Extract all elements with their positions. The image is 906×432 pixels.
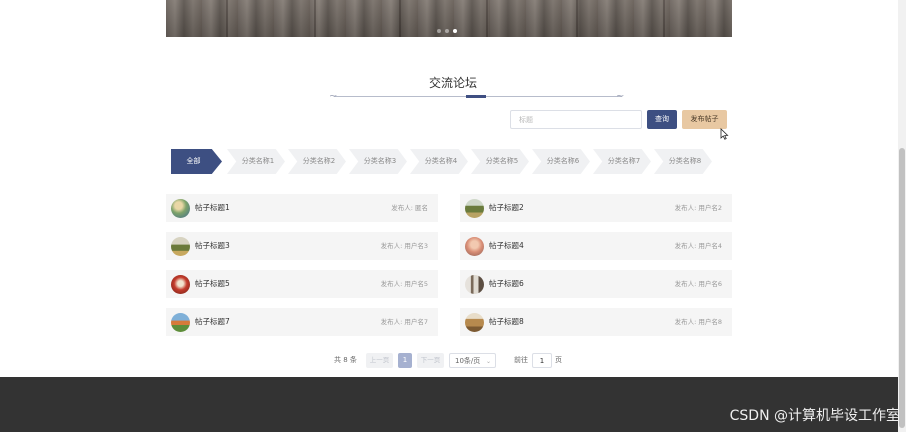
avatar xyxy=(171,199,190,218)
carousel-dot[interactable] xyxy=(445,29,449,33)
post-author: 发布人: 用户名4 xyxy=(674,242,722,250)
title-accent-bar xyxy=(466,95,486,98)
goto-suffix: 页 xyxy=(555,356,562,364)
scrollbar-thumb[interactable] xyxy=(899,148,905,428)
avatar xyxy=(465,199,484,218)
tab-category-2[interactable]: 分类名称2 xyxy=(288,149,346,174)
tab-category-6[interactable]: 分类名称6 xyxy=(532,149,590,174)
page-size-select[interactable]: 10条/页 ⌄ xyxy=(449,353,496,368)
avatar xyxy=(171,313,190,332)
tab-category-8[interactable]: 分类名称8 xyxy=(654,149,712,174)
right-ornament-icon: ~ xyxy=(616,91,625,102)
post-author: 发布人: 用户名8 xyxy=(674,318,722,326)
post-author: 发布人: 用户名7 xyxy=(380,318,428,326)
carousel-dot[interactable] xyxy=(437,29,441,33)
post-item[interactable]: 帖子标题5 发布人: 用户名5 xyxy=(166,270,438,298)
post-author: 发布人: 用户名6 xyxy=(674,280,722,288)
avatar xyxy=(465,313,484,332)
avatar xyxy=(171,237,190,256)
mouse-cursor-icon xyxy=(720,128,729,140)
post-item[interactable]: 帖子标题6 发布人: 用户名6 xyxy=(460,270,732,298)
post-title[interactable]: 帖子标题3 xyxy=(195,232,230,260)
goto-label: 前往 xyxy=(514,356,528,364)
tab-category-1[interactable]: 分类名称1 xyxy=(227,149,285,174)
post-item[interactable]: 帖子标题7 发布人: 用户名7 xyxy=(166,308,438,336)
post-title[interactable]: 帖子标题6 xyxy=(489,270,524,298)
tab-category-3[interactable]: 分类名称3 xyxy=(349,149,407,174)
tab-category-4[interactable]: 分类名称4 xyxy=(410,149,468,174)
goto-page-input[interactable]: 1 xyxy=(532,353,552,368)
post-button[interactable]: 发布帖子 xyxy=(682,110,727,129)
tab-all[interactable]: 全部 xyxy=(171,149,222,174)
avatar xyxy=(465,237,484,256)
post-title[interactable]: 帖子标题7 xyxy=(195,308,230,336)
avatar xyxy=(171,275,190,294)
tab-category-5[interactable]: 分类名称5 xyxy=(471,149,529,174)
post-item[interactable]: 帖子标题2 发布人: 用户名2 xyxy=(460,194,732,222)
post-item[interactable]: 帖子标题3 发布人: 用户名3 xyxy=(166,232,438,260)
post-author: 发布人: 用户名3 xyxy=(380,242,428,250)
post-title[interactable]: 帖子标题4 xyxy=(489,232,524,260)
page-number-current[interactable]: 1 xyxy=(398,353,412,368)
carousel-dot-active[interactable] xyxy=(453,29,457,33)
post-title[interactable]: 帖子标题2 xyxy=(489,194,524,222)
prev-page-button[interactable]: 上一页 xyxy=(366,353,393,368)
avatar xyxy=(465,275,484,294)
section-title: 交流论坛 xyxy=(428,76,477,90)
post-title[interactable]: 帖子标题1 xyxy=(195,194,230,222)
post-item[interactable]: 帖子标题4 发布人: 用户名4 xyxy=(460,232,732,260)
watermark: CSDN @计算机毕设工作室 xyxy=(729,408,900,424)
search-input[interactable] xyxy=(510,110,642,129)
next-page-button[interactable]: 下一页 xyxy=(417,353,444,368)
pagination-total: 共 8 条 xyxy=(334,356,357,364)
post-author: 发布人: 匿名 xyxy=(391,204,428,212)
tab-category-7[interactable]: 分类名称7 xyxy=(593,149,651,174)
carousel-indicators xyxy=(437,29,457,33)
post-title[interactable]: 帖子标题8 xyxy=(489,308,524,336)
post-author: 发布人: 用户名5 xyxy=(380,280,428,288)
post-author: 发布人: 用户名2 xyxy=(674,204,722,212)
post-title[interactable]: 帖子标题5 xyxy=(195,270,230,298)
query-button[interactable]: 查询 xyxy=(647,110,677,129)
chevron-down-icon: ⌄ xyxy=(485,358,491,365)
post-item[interactable]: 帖子标题1 发布人: 匿名 xyxy=(166,194,438,222)
vertical-scrollbar[interactable] xyxy=(898,0,906,432)
post-item[interactable]: 帖子标题8 发布人: 用户名8 xyxy=(460,308,732,336)
left-ornament-icon: ~ xyxy=(329,91,338,102)
